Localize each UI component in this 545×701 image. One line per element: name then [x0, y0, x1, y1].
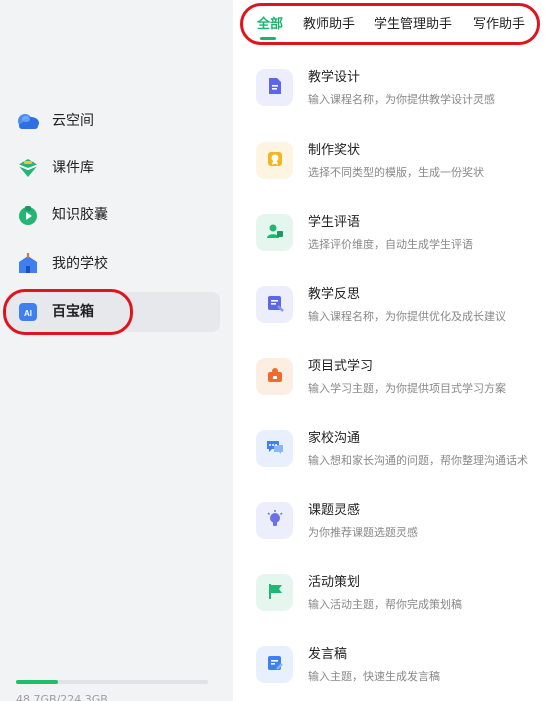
tool-card-project-based-learning[interactable]: 项目式学习 输入学习主题，为你提供项目式学习方案 [256, 358, 536, 402]
tool-icon-tile [256, 69, 293, 106]
sidebar-item-knowledge-capsule[interactable]: 知识胶囊 [6, 195, 220, 235]
knowledge-capsule-icon [16, 204, 40, 226]
tool-card-teaching-reflection[interactable]: 教学反思 输入课程名称，为你提供优化及成长建议 [256, 286, 536, 330]
sidebar-item-label: 知识胶囊 [52, 207, 108, 223]
tool-title: 教学反思 [308, 287, 361, 302]
courseware-library-icon [16, 157, 40, 179]
tool-card-award-maker[interactable]: 制作奖状 选择不同类型的模版，生成一份奖状 [256, 142, 536, 186]
tool-description: 为你推荐课题选题灵感 [308, 526, 418, 539]
tool-title: 活动策划 [308, 575, 361, 590]
tool-icon-tile [256, 502, 293, 539]
tool-title: 课题灵感 [308, 503, 361, 518]
tool-icon-tile [256, 214, 293, 251]
lightbulb-icon [266, 509, 284, 532]
tool-card-home-school-communication[interactable]: 家校沟通 输入想和家长沟通的问题，帮你整理沟通话术 [256, 430, 536, 474]
tool-description: 选择不同类型的模版，生成一份奖状 [308, 166, 484, 179]
project-learning-icon [266, 366, 284, 388]
tool-icon-tile [256, 646, 293, 683]
tool-title: 项目式学习 [308, 359, 374, 374]
tool-description: 输入课程名称，为你提供优化及成长建议 [308, 310, 506, 323]
highlight-circle [3, 289, 133, 335]
speech-draft-icon [266, 654, 284, 676]
lesson-plan-icon [266, 77, 284, 99]
cloud-icon [16, 110, 40, 132]
tool-icon-tile [256, 358, 293, 395]
tool-card-lesson-design[interactable]: 教学设计 输入课程名称，为你提供教学设计灵感 [256, 69, 536, 113]
storage-progress-bar [16, 680, 208, 684]
tool-title: 教学设计 [308, 70, 361, 85]
tool-icon-tile [256, 574, 293, 611]
highlight-circle [240, 3, 540, 45]
tool-card-speech-draft[interactable]: 发言稿 输入主题，快速生成发言稿 [256, 646, 536, 690]
tool-description: 输入活动主题，帮你完成策划稿 [308, 598, 462, 611]
award-icon [266, 150, 284, 172]
tool-description: 输入学习主题，为你提供项目式学习方案 [308, 382, 506, 395]
tool-icon-tile [256, 430, 293, 467]
sidebar-item-courseware-library[interactable]: 课件库 [6, 148, 220, 188]
student-comment-icon [266, 222, 284, 244]
chat-icon [266, 438, 284, 460]
flag-icon [266, 582, 284, 604]
reflection-icon [266, 294, 284, 316]
tool-description: 输入主题，快速生成发言稿 [308, 670, 440, 683]
tool-description: 输入课程名称，为你提供教学设计灵感 [308, 93, 495, 106]
tool-title: 制作奖状 [308, 143, 361, 158]
tool-card-student-comments[interactable]: 学生评语 选择评价维度，自动生成学生评语 [256, 214, 536, 258]
tool-description: 选择评价维度，自动生成学生评语 [308, 238, 473, 251]
tool-icon-tile [256, 142, 293, 179]
storage-progress-fill [16, 680, 58, 684]
sidebar-item-label: 课件库 [52, 160, 94, 176]
tool-title: 发言稿 [308, 647, 348, 662]
sidebar-item-label: 我的学校 [52, 256, 108, 272]
tool-title: 家校沟通 [308, 431, 361, 446]
sidebar-item-my-school[interactable]: 我的学校 [6, 244, 220, 284]
tool-description: 输入想和家长沟通的问题，帮你整理沟通话术 [308, 454, 528, 467]
storage-usage-text: 48.7GB/224.3GB [16, 693, 108, 701]
tool-title: 学生评语 [308, 215, 361, 230]
tool-card-topic-inspiration[interactable]: 课题灵感 为你推荐课题选题灵感 [256, 502, 536, 546]
sidebar-item-label: 云空间 [52, 113, 94, 129]
sidebar-item-cloud-space[interactable]: 云空间 [6, 101, 220, 141]
tool-card-event-planning[interactable]: 活动策划 输入活动主题，帮你完成策划稿 [256, 574, 536, 618]
sidebar: 云空间 课件库 知识胶囊 我的学校 AI 百宝箱 48.7GB/224.3GB [0, 0, 233, 701]
school-icon [16, 253, 40, 275]
tool-icon-tile [256, 286, 293, 323]
